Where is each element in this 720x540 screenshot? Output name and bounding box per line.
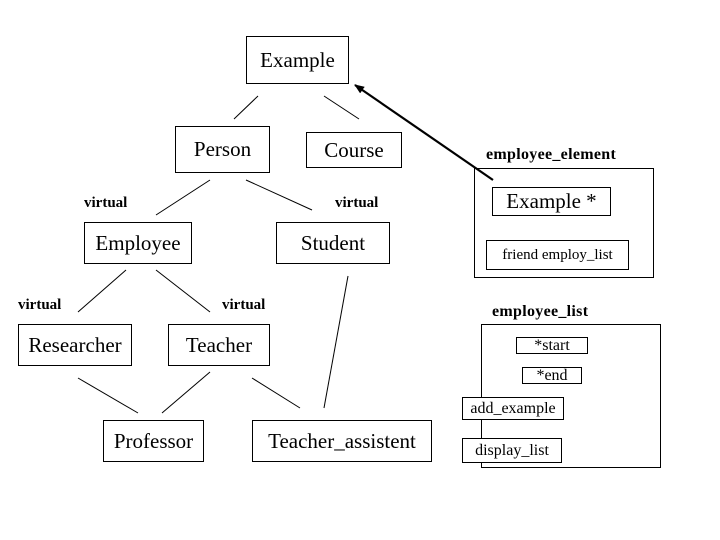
node-researcher-label: Researcher <box>28 332 122 357</box>
node-professor-label: Professor <box>113 428 194 453</box>
node-employee: Employee <box>84 222 192 264</box>
pointer-member-label: Example * <box>506 189 597 213</box>
start-member-label: *start <box>534 336 570 354</box>
employee-list-title: employee_list <box>492 303 589 320</box>
node-professor: Professor <box>103 420 204 462</box>
employee-list-start-member: *start <box>516 337 588 354</box>
employee-element-pointer-member: Example * <box>492 187 611 216</box>
node-example: Example <box>246 36 349 84</box>
node-person: Person <box>175 126 270 173</box>
edge-researcher-professor <box>77 377 139 414</box>
virtual-label-teacher: virtual <box>222 297 266 313</box>
employee-list-display-method: display_list <box>462 438 562 463</box>
node-teacher-assistent-label: Teacher_assistent <box>268 428 416 453</box>
employee-list-add-method: add_example <box>462 397 564 420</box>
edge-person-student <box>245 179 313 211</box>
node-example-label: Example <box>260 47 335 72</box>
virtual-label-student: virtual <box>335 195 379 211</box>
node-student-label: Student <box>300 230 366 255</box>
employee-element-friend-member: friend employ_list <box>486 240 629 270</box>
end-member-label: *end <box>536 366 568 384</box>
node-teacher-assistent: Teacher_assistent <box>252 420 432 462</box>
display-method-label: display_list <box>475 441 549 459</box>
node-course-label: Course <box>324 137 384 162</box>
edge-student-teacher-assistent <box>323 275 349 409</box>
edge-person-employee <box>155 179 211 216</box>
node-course: Course <box>306 132 402 168</box>
edge-teacher-teacher-assistent <box>251 377 301 409</box>
virtual-label-researcher: virtual <box>18 297 62 313</box>
node-student: Student <box>276 222 390 264</box>
edge-employee-teacher <box>155 269 211 313</box>
friend-member-label: friend employ_list <box>502 246 613 263</box>
employee-list-end-member: *end <box>522 367 582 384</box>
edge-example-course <box>323 95 360 120</box>
add-method-label: add_example <box>470 399 556 417</box>
node-teacher: Teacher <box>168 324 270 366</box>
edge-teacher-professor <box>161 371 211 414</box>
edge-employee-researcher <box>77 269 127 313</box>
node-teacher-label: Teacher <box>185 332 253 357</box>
node-person-label: Person <box>193 137 252 161</box>
edge-example-person <box>233 95 259 120</box>
employee-element-title: employee_element <box>486 146 617 163</box>
virtual-label-employee: virtual <box>84 195 128 211</box>
node-employee-label: Employee <box>95 230 181 255</box>
node-researcher: Researcher <box>18 324 132 366</box>
